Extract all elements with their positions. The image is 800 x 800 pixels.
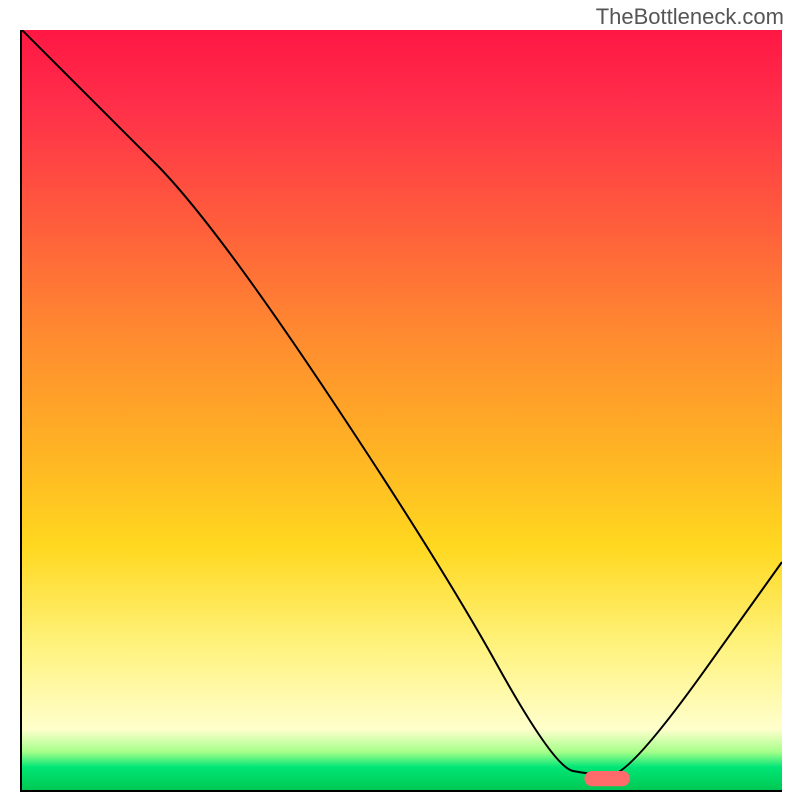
watermark-text: TheBottleneck.com: [596, 4, 784, 30]
optimal-marker: [584, 771, 630, 786]
bottleneck-curve: [22, 30, 782, 775]
plot-area: [20, 30, 782, 792]
chart-container: TheBottleneck.com: [0, 0, 800, 800]
curve-svg: [22, 30, 782, 790]
